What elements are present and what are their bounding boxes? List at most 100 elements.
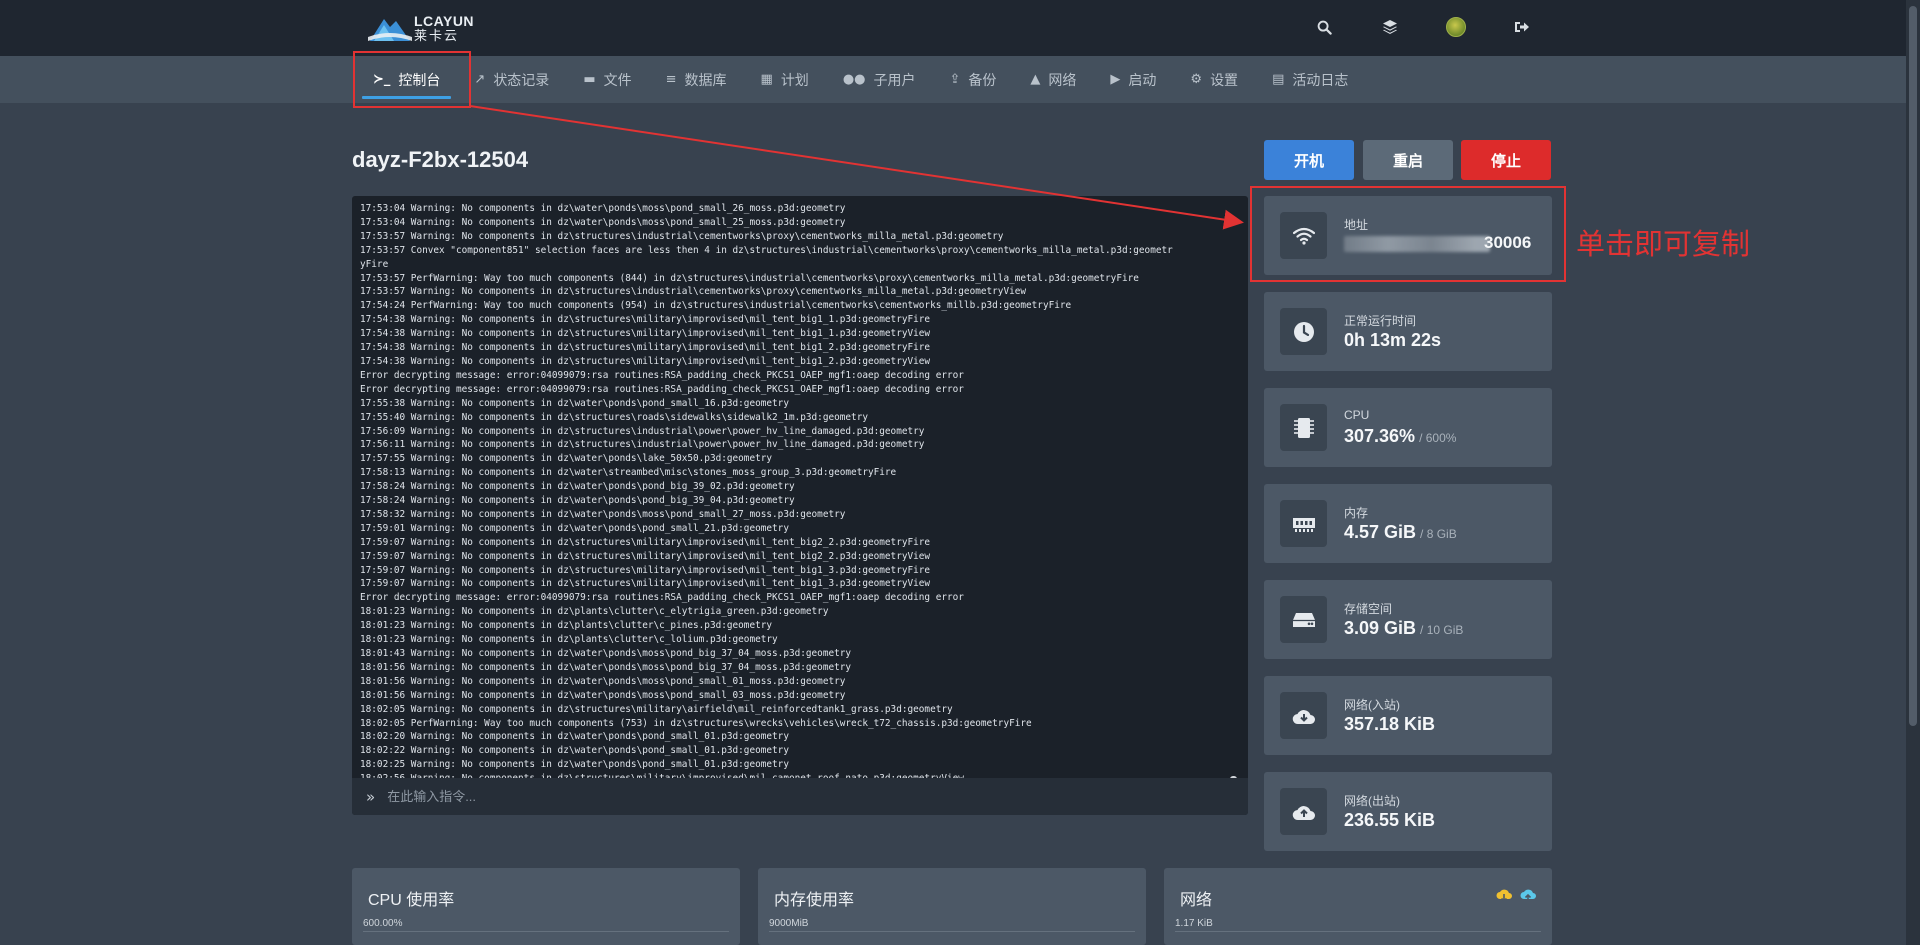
memory-usage-chart: 内存使用率 9000MiB — [758, 868, 1146, 945]
tab-database[interactable]: ≡ 数据库 — [649, 56, 744, 103]
console-line: 17:55:38 Warning: No components in dz\wa… — [360, 397, 789, 409]
uptime-value: 0h 13m 22s — [1344, 330, 1442, 350]
upload-icon[interactable] — [1520, 888, 1536, 904]
tab-folder[interactable]: ▬ 文件 — [566, 56, 648, 103]
user-avatar[interactable] — [1445, 16, 1467, 38]
memory-value: 4.57 GiB — [1344, 522, 1417, 542]
network-in-label: 网络(入站) — [1344, 698, 1400, 712]
console-line: 17:56:11 Warning: No components in dz\st… — [360, 439, 925, 451]
memory-usage-scale: 9000MiB — [769, 918, 809, 929]
uptime-label: 正常运行时间 — [1344, 314, 1417, 328]
memory-limit: / 8 GiB — [1420, 527, 1457, 541]
console-line: 17:58:24 Warning: No components in dz\wa… — [360, 495, 795, 507]
console-panel: 17:53:04 Warning: No components in dz\wa… — [352, 196, 1248, 815]
tab-upload[interactable]: ⇪ 备份 — [933, 56, 1014, 103]
database-icon: ≡ — [665, 72, 677, 87]
command-input[interactable] — [387, 789, 1208, 804]
page-title: dayz-F2bx-12504 — [352, 147, 529, 172]
storage-value: 3.09 GiB — [1344, 618, 1417, 638]
tab-label: 子用户 — [873, 71, 916, 88]
tab-calendar[interactable]: ▦ 计划 — [744, 56, 826, 103]
tab-label: 网络 — [1048, 71, 1077, 88]
console-line: 18:02:25 Warning: No components in dz\wa… — [360, 759, 789, 771]
tab-network[interactable]: ▲ 网络 — [1013, 56, 1093, 103]
console-line: 18:02:05 Warning: No components in dz\st… — [360, 703, 953, 715]
console-line: 17:59:01 Warning: No components in dz\wa… — [360, 522, 789, 534]
uptime-card: 正常运行时间 0h 13m 22s — [1264, 292, 1552, 371]
tab-chart-line[interactable]: ↗ 状态记录 — [457, 56, 566, 103]
page-scrollbar-thumb[interactable] — [1909, 6, 1917, 726]
console-line: 18:01:56 Warning: No components in dz\wa… — [360, 689, 846, 701]
microchip-icon — [1280, 404, 1327, 451]
cpu-usage-chart: CPU 使用率 600.00% — [352, 868, 740, 945]
network-out-label: 网络(出站) — [1344, 794, 1400, 808]
console-line: 17:53:57 Convex "component851" selection… — [360, 244, 1173, 256]
console-line: 17:58:32 Warning: No components in dz\wa… — [360, 508, 846, 520]
tab-users[interactable]: ●● 子用户 — [826, 56, 933, 103]
stop-button[interactable]: 停止 — [1461, 140, 1551, 180]
network-in-card: 网络(入站) 357.18 KiB — [1264, 676, 1552, 755]
memory-usage-title: 内存使用率 — [774, 892, 855, 909]
tab-label: 文件 — [603, 71, 632, 88]
tab-label: 状态记录 — [493, 71, 550, 88]
network-in-value: 357.18 KiB — [1344, 714, 1436, 734]
tab-log[interactable]: ▤ 活动日志 — [1255, 56, 1365, 103]
memory-icon — [1280, 500, 1327, 547]
network-chart: 网络 1.17 KiB — [1164, 868, 1552, 945]
calendar-icon: ▦ — [760, 72, 773, 87]
logout-icon[interactable] — [1511, 16, 1533, 38]
storage-label: 存储空间 — [1344, 602, 1393, 616]
console-line: Error decrypting message: error:04099079… — [360, 383, 964, 395]
console-line: 18:01:23 Warning: No components in dz\pl… — [360, 620, 773, 632]
annotation-box-address — [1250, 186, 1566, 282]
storage-card: 存储空间 3.09 GiB/ 10 GiB — [1264, 580, 1552, 659]
tab-cogs[interactable]: ⚙ 设置 — [1173, 56, 1255, 103]
brand-logo[interactable]: LCAYUN 莱卡云 — [368, 9, 498, 47]
tab-play[interactable]: ▶ 启动 — [1093, 56, 1173, 103]
page-scrollbar[interactable] — [1906, 0, 1920, 945]
brand-name-cn: 莱卡云 — [414, 28, 460, 43]
console-line: Error decrypting message: error:04099079… — [360, 592, 964, 604]
start-button[interactable]: 开机 — [1264, 140, 1354, 180]
console-line: 17:55:40 Warning: No components in dz\st… — [360, 411, 868, 423]
console-line: 17:54:38 Warning: No components in dz\st… — [360, 314, 931, 326]
cloud-download-icon — [1280, 692, 1327, 739]
console-line: 18:02:20 Warning: No components in dz\wa… — [360, 731, 789, 743]
console-line: 17:57:55 Warning: No components in dz\wa… — [360, 453, 773, 465]
cogs-icon: ⚙ — [1190, 72, 1203, 87]
tab-label: 启动 — [1128, 71, 1157, 88]
console-line: 17:58:24 Warning: No components in dz\wa… — [360, 481, 795, 493]
console-output[interactable]: 17:53:04 Warning: No components in dz\wa… — [360, 202, 1222, 810]
console-line: 17:54:38 Warning: No components in dz\st… — [360, 328, 931, 340]
avatar — [1446, 17, 1466, 37]
console-line: 18:01:23 Warning: No components in dz\pl… — [360, 634, 778, 646]
console-line: 17:53:57 PerfWarning: Way too much compo… — [360, 272, 1139, 284]
top-bar: LCAYUN 莱卡云 — [0, 0, 1920, 56]
console-line: 18:01:23 Warning: No components in dz\pl… — [360, 606, 829, 618]
cpu-card: CPU 307.36%/ 600% — [1264, 388, 1552, 467]
network-chart-scale: 1.17 KiB — [1175, 918, 1213, 929]
search-icon[interactable] — [1313, 16, 1335, 38]
console-line: 18:01:56 Warning: No components in dz\wa… — [360, 661, 852, 673]
console-line: 17:53:04 Warning: No components in dz\wa… — [360, 203, 846, 214]
restart-button[interactable]: 重启 — [1363, 140, 1453, 180]
main-nav: ≻_ 控制台 ↗ 状态记录 ▬ 文件 ≡ 数据库 ▦ 计划 ●● 子用户 ⇪ 备份 ▲ 网络 ▶ 启动 ⚙ 设置 ▤ 活动… — [356, 56, 1365, 103]
console-line: 17:53:04 Warning: No components in dz\wa… — [360, 216, 846, 228]
console-line: 18:02:22 Warning: No components in dz\wa… — [360, 745, 789, 757]
tab-label: 计划 — [780, 71, 809, 88]
tab-label: 备份 — [968, 71, 997, 88]
console-line: 17:56:09 Warning: No components in dz\st… — [360, 425, 925, 437]
layers-icon[interactable] — [1379, 16, 1401, 38]
console-line: yFire — [360, 258, 389, 270]
console-input-bar: » — [352, 778, 1248, 815]
console-line: 17:58:13 Warning: No components in dz\wa… — [360, 467, 897, 479]
hdd-icon — [1280, 596, 1327, 643]
network-chart-title: 网络 — [1180, 892, 1213, 909]
cpu-usage-scale: 600.00% — [363, 918, 403, 929]
clock-icon — [1280, 308, 1327, 355]
tab-label: 活动日志 — [1292, 71, 1349, 88]
cpu-label: CPU — [1344, 408, 1370, 422]
download-icon[interactable] — [1496, 888, 1512, 904]
annotation-text: 单击即可复制 — [1576, 229, 1751, 261]
folder-icon: ▬ — [583, 72, 596, 87]
